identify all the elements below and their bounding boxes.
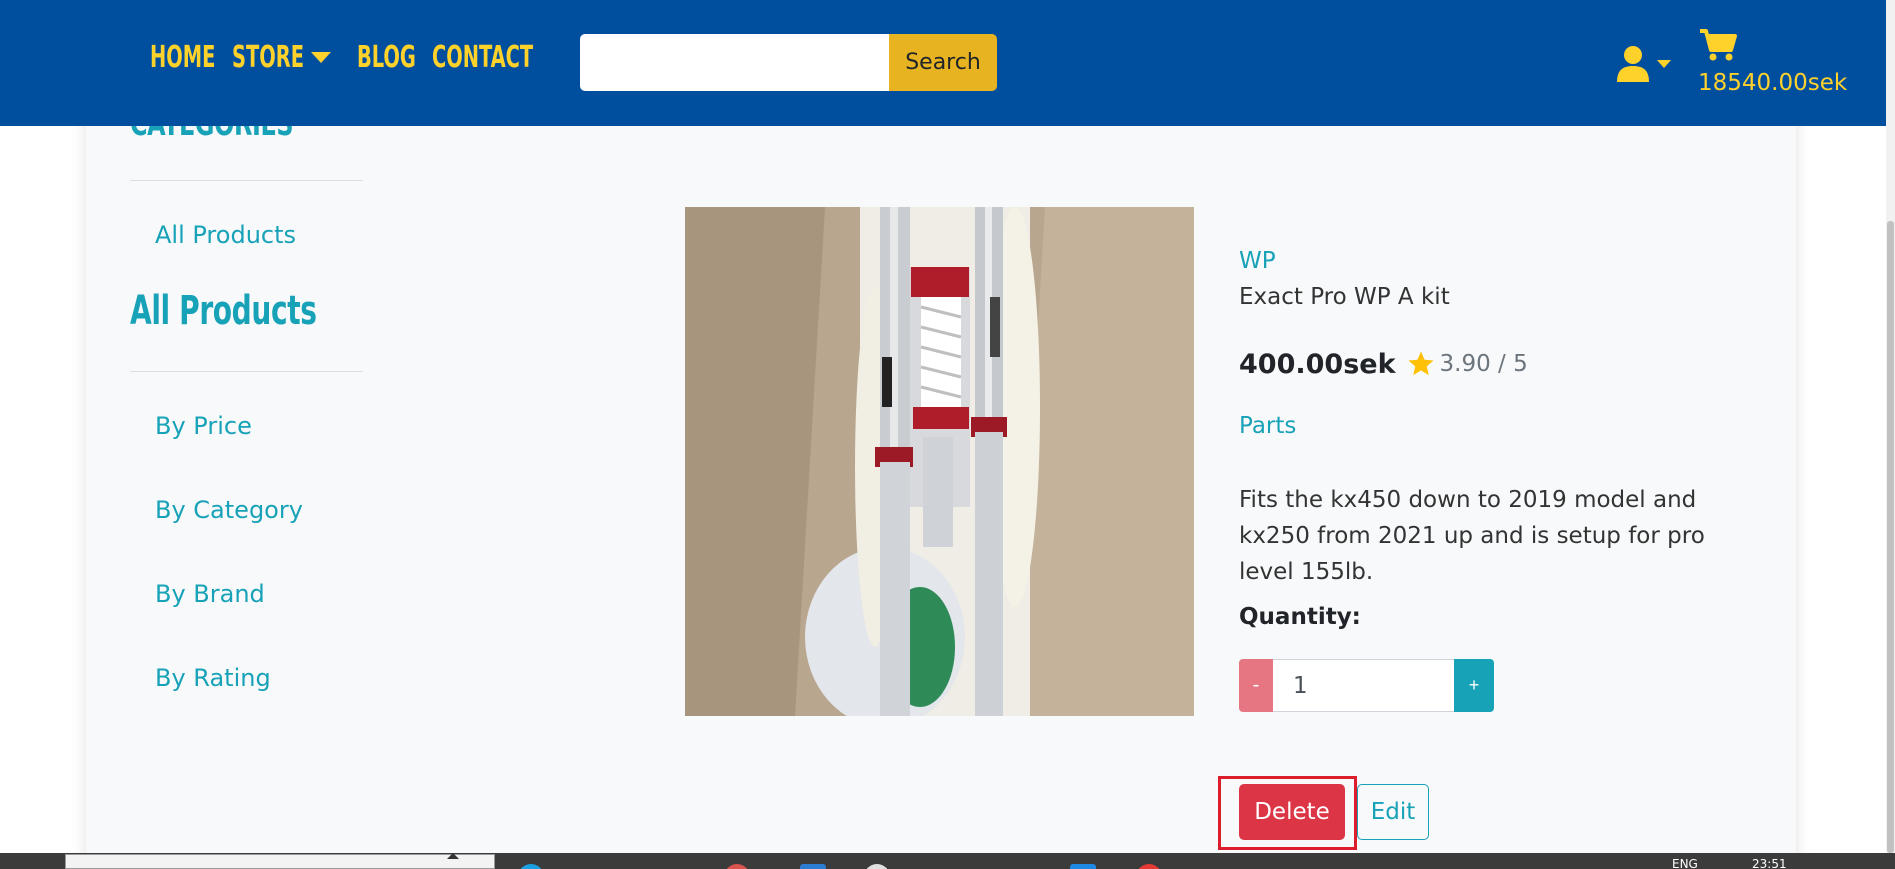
taskbar-app-icon[interactable]	[724, 864, 750, 869]
navbar: HOME STORE BLOG CONTACT Search 18540.00s…	[0, 0, 1886, 126]
product-brand-link[interactable]: WP	[1239, 248, 1276, 274]
sort-by-rating-link[interactable]: By Rating	[155, 664, 271, 692]
nav-store-link[interactable]: STORE	[232, 40, 304, 75]
taskbar-app-icon[interactable]	[864, 864, 890, 869]
user-icon[interactable]	[1615, 44, 1651, 82]
taskbar-clock[interactable]: 23:51	[1752, 857, 1787, 869]
sort-by-brand-link[interactable]: By Brand	[155, 580, 265, 608]
taskbar-app-icon[interactable]	[1136, 864, 1162, 869]
nav-contact-link[interactable]: CONTACT	[432, 40, 533, 75]
star-icon	[1406, 349, 1436, 379]
sidebar-divider	[130, 180, 363, 181]
price-rating-row: 400.00sek 3.90 / 5	[1239, 344, 1528, 384]
quantity-label: Quantity:	[1239, 604, 1361, 630]
user-caret-down-icon[interactable]	[1657, 60, 1671, 68]
cart-total[interactable]: 18540.00sek	[1698, 70, 1847, 96]
cart-icon[interactable]	[1698, 28, 1738, 62]
quantity-input[interactable]	[1273, 659, 1454, 712]
taskbar: ENG 23:51	[0, 853, 1895, 869]
taskbar-language[interactable]: ENG	[1672, 857, 1698, 869]
taskbar-app-icon[interactable]	[800, 864, 826, 869]
product-description: Fits the kx450 down to 2019 model and kx…	[1239, 487, 1705, 585]
sort-by-category-link[interactable]: By Category	[155, 496, 303, 524]
taskbar-arrow-icon	[447, 853, 459, 859]
caret-down-icon[interactable]	[311, 52, 331, 63]
search-input[interactable]	[580, 34, 890, 91]
all-products-heading: All Products	[130, 288, 317, 334]
product-category-link[interactable]: Parts	[1239, 413, 1296, 439]
taskbar-search-box[interactable]	[65, 854, 495, 869]
scrollbar-thumb[interactable]	[1887, 221, 1894, 853]
taskbar-app-icon[interactable]	[1070, 864, 1096, 869]
search-button[interactable]: Search	[889, 34, 997, 91]
quantity-stepper: - +	[1239, 659, 1494, 712]
sidebar-divider	[130, 371, 363, 372]
product-image	[685, 207, 1194, 716]
sidebar-link-all-products[interactable]: All Products	[155, 221, 296, 249]
product-price: 400.00sek	[1239, 348, 1396, 380]
product-rating: 3.90 / 5	[1439, 351, 1528, 377]
sort-by-price-link[interactable]: By Price	[155, 412, 252, 440]
delete-button[interactable]: Delete	[1239, 784, 1345, 840]
taskbar-app-icon[interactable]	[518, 864, 544, 869]
product-name: Exact Pro WP A kit	[1239, 284, 1450, 310]
nav-blog-link[interactable]: BLOG	[357, 40, 416, 75]
edit-button[interactable]: Edit	[1357, 784, 1429, 840]
decrement-quantity-button[interactable]: -	[1239, 659, 1273, 712]
nav-home-link[interactable]: HOME	[150, 40, 215, 75]
increment-quantity-button[interactable]: +	[1454, 659, 1494, 712]
